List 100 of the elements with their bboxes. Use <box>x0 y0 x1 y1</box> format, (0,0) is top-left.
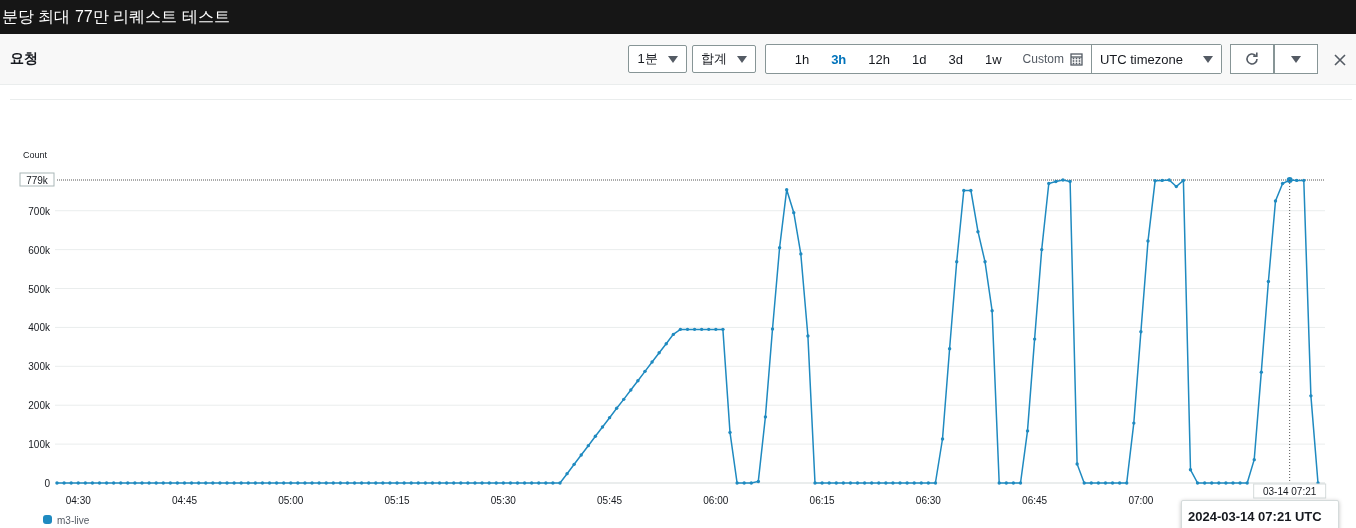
statistic-dropdown[interactable]: 합계 <box>691 45 756 73</box>
caret-icon <box>1203 55 1213 63</box>
data-point <box>147 481 151 485</box>
time-range-tab[interactable]: 3h <box>820 46 858 72</box>
data-point <box>1103 481 1108 485</box>
data-point <box>260 481 265 485</box>
data-point <box>1153 179 1157 183</box>
data-point <box>90 481 95 485</box>
data-point <box>416 481 420 485</box>
data-point <box>1217 481 1221 485</box>
data-point <box>955 260 959 264</box>
data-point <box>211 481 215 485</box>
data-point <box>777 246 782 250</box>
data-point <box>529 481 534 485</box>
panel-title: 요청 <box>10 50 38 68</box>
time-range-tab[interactable]: 12h <box>857 46 901 72</box>
data-point <box>168 481 173 485</box>
data-point <box>62 481 66 485</box>
data-point <box>182 481 187 485</box>
crosshair-label: 03-14 07:21 <box>1253 483 1327 499</box>
data-point <box>976 230 980 234</box>
data-point <box>324 481 328 485</box>
refresh-options-button[interactable] <box>1274 44 1318 74</box>
data-point <box>1110 481 1115 485</box>
data-point <box>1224 481 1228 485</box>
data-point <box>813 481 817 485</box>
timezone-dropdown[interactable]: UTC timezone <box>1090 45 1221 73</box>
data-point <box>140 481 144 485</box>
data-point <box>997 481 1001 485</box>
data-point <box>763 415 768 419</box>
data-point <box>749 481 753 485</box>
data-point <box>239 481 243 485</box>
data-point <box>855 481 860 485</box>
data-point <box>204 481 208 485</box>
y-tick-label: 100k <box>28 439 50 451</box>
data-point <box>111 481 116 485</box>
refresh-button[interactable] <box>1230 44 1274 74</box>
data-point <box>792 210 796 215</box>
data-point <box>742 481 746 485</box>
data-point <box>494 481 498 485</box>
x-tick-label: 06:15 <box>809 495 835 506</box>
data-point <box>848 481 853 485</box>
data-point <box>381 481 385 485</box>
data-point <box>1259 370 1264 374</box>
data-point <box>437 481 442 485</box>
x-tick-label: 04:30 <box>65 495 91 506</box>
data-point <box>1096 481 1101 485</box>
data-point <box>806 334 810 338</box>
data-point <box>1181 178 1186 183</box>
data-point <box>699 327 704 332</box>
custom-range-button[interactable]: Custom <box>1012 46 1091 72</box>
data-point <box>352 481 357 485</box>
data-point <box>1075 462 1079 466</box>
max-value-label: 779k <box>26 175 48 186</box>
data-point <box>274 481 279 485</box>
time-range-tab[interactable]: 1d <box>901 46 938 72</box>
data-point <box>452 481 456 485</box>
data-point <box>827 481 831 485</box>
time-range-tab[interactable]: 3d <box>937 46 974 72</box>
data-point <box>586 443 590 448</box>
data-point <box>650 360 654 364</box>
data-point <box>1174 184 1178 189</box>
data-point <box>1061 178 1065 182</box>
x-tick-label: 05:30 <box>490 495 516 506</box>
time-range-tab[interactable]: 1h <box>783 46 821 72</box>
data-point <box>218 481 222 485</box>
data-point <box>1202 481 1207 485</box>
time-range-tab[interactable]: 1w <box>973 46 1013 72</box>
data-point <box>423 481 428 485</box>
data-point <box>189 481 194 485</box>
data-point <box>870 481 874 485</box>
x-tick-label: 07:00 <box>1128 495 1154 506</box>
data-point <box>1117 481 1122 485</box>
period-dropdown[interactable]: 1분 <box>628 45 687 73</box>
data-point <box>175 481 180 485</box>
caret-icon <box>667 55 678 63</box>
data-point <box>119 481 123 485</box>
data-point <box>728 430 732 435</box>
dashboard-title: 분당 최대 77만 리퀘스트 테스트 <box>1 6 230 27</box>
caret-icon <box>736 55 747 63</box>
data-point <box>83 481 88 485</box>
data-point <box>664 342 668 346</box>
data-point <box>1089 481 1093 485</box>
data-point <box>799 252 803 256</box>
data-point <box>225 481 229 485</box>
data-point <box>253 481 258 485</box>
data-point <box>374 481 378 485</box>
data-point <box>919 481 923 485</box>
legend-label: m3-live <box>57 515 90 526</box>
data-point <box>685 327 690 332</box>
data-point <box>1011 481 1016 485</box>
data-point <box>1040 247 1044 252</box>
data-point <box>629 388 633 392</box>
caret-icon <box>1291 55 1301 63</box>
y-tick-label: 600k <box>28 244 50 256</box>
data-point <box>565 471 569 476</box>
data-point <box>962 188 966 193</box>
data-point <box>1025 429 1030 433</box>
data-point <box>572 462 576 467</box>
data-point <box>338 481 343 485</box>
